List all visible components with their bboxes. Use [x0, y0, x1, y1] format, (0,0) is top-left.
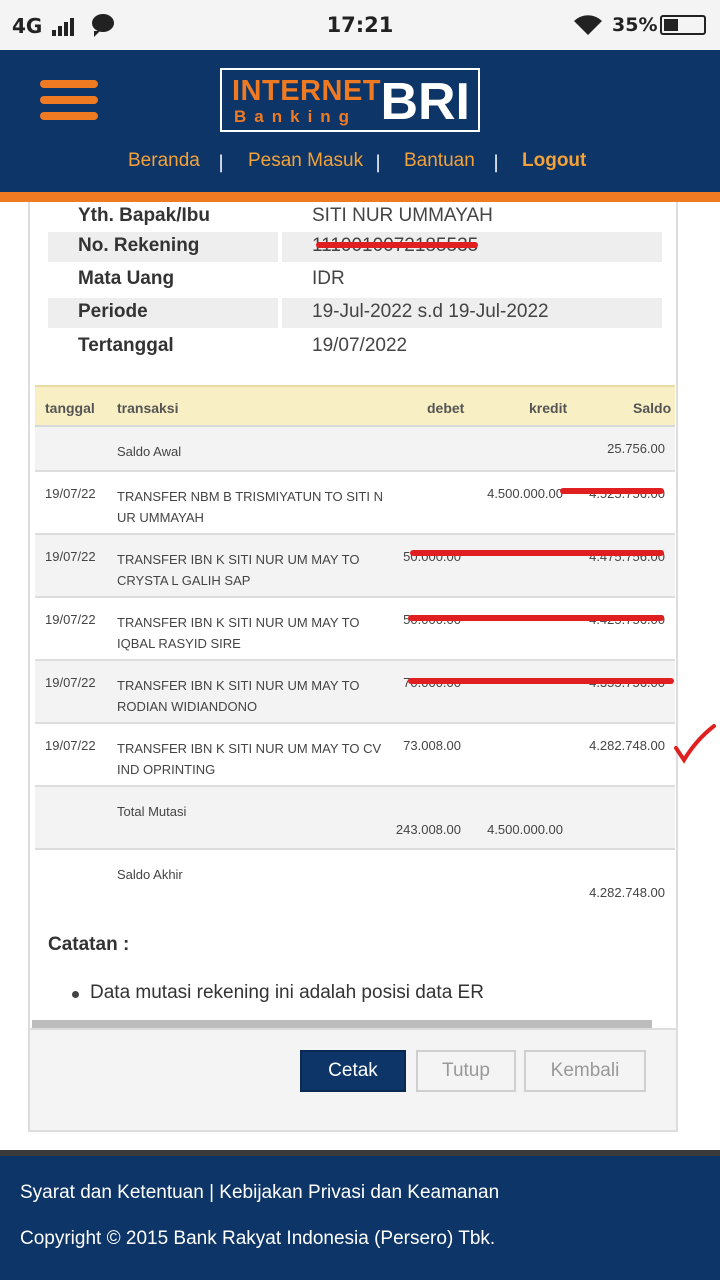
footer-links[interactable]: Syarat dan Ketentuan | Kebijakan Privasi… — [20, 1182, 499, 1204]
info-row-name: Yth. Bapak/Ibu SITI NUR UMMAYAH — [48, 202, 662, 232]
info-label: Mata Uang — [78, 268, 175, 289]
table-row: 19/07/22 TRANSFER IBN K SITI NUR UM MAY … — [35, 598, 675, 661]
nav-separator: | — [493, 152, 500, 173]
main-nav: Beranda | Pesan Masuk | Bantuan | Logout — [0, 150, 720, 180]
status-bar: 4G 17:21 35% — [0, 0, 720, 50]
hamburger-menu-icon[interactable] — [40, 80, 98, 124]
mutasi-panel: Yth. Bapak/Ibu SITI NUR UMMAYAH No. Reke… — [28, 202, 678, 1132]
cetak-button[interactable]: Cetak — [300, 1050, 406, 1092]
cell-tanggal: 19/07/22 — [45, 612, 96, 627]
cell-transaksi: TRANSFER IBN K SITI NUR UM MAY TO CV IND… — [117, 741, 382, 777]
cell-tanggal: 19/07/22 — [45, 486, 96, 501]
header-accent-stripe — [0, 192, 720, 202]
cell-saldo: 25.756.00 — [607, 441, 665, 456]
kembali-button[interactable]: Kembali — [524, 1050, 646, 1092]
checkmark-annotation-icon — [674, 724, 716, 764]
catatan-title: Catatan : — [48, 934, 130, 955]
info-row-currency: Mata Uang IDR — [48, 265, 662, 295]
catatan-item: Data mutasi rekening ini adalah posisi d… — [72, 982, 484, 1003]
info-value: 19-Jul-2022 s.d 19-Jul-2022 — [282, 298, 662, 328]
cell-transaksi: TRANSFER NBM B TRISMIYATUN TO SITI N UR … — [117, 489, 384, 525]
table-row: 19/07/22 TRANSFER IBN K SITI NUR UM MAY … — [35, 535, 675, 598]
col-tanggal: tanggal — [45, 400, 95, 416]
redaction-strike — [408, 615, 664, 621]
saldo-akhir-label: Saldo Akhir — [117, 867, 183, 882]
col-debet: debet — [427, 400, 465, 416]
info-row-date: Tertanggal 19/07/2022 — [48, 332, 662, 362]
table-row: 19/07/22 TRANSFER IBN K SITI NUR UM MAY … — [35, 661, 675, 724]
logo-internet-text: INTERNET — [232, 75, 381, 107]
wifi-icon — [574, 15, 602, 35]
info-label: Yth. Bapak/Ibu — [78, 205, 210, 226]
info-value: SITI NUR UMMAYAH — [312, 205, 493, 226]
info-value: 19/07/2022 — [312, 335, 408, 356]
redaction-strike — [316, 242, 478, 248]
info-label: Periode — [48, 298, 278, 328]
total-label: Total Mutasi — [117, 804, 187, 819]
col-kredit: kredit — [529, 400, 568, 416]
redaction-strike — [408, 678, 674, 684]
battery-icon — [660, 15, 706, 35]
cell-tanggal: 19/07/22 — [45, 549, 96, 564]
cell-tanggal: 19/07/22 — [45, 675, 96, 690]
cell-transaksi: Saldo Awal — [117, 444, 182, 459]
nav-bantuan[interactable]: Bantuan — [404, 150, 475, 172]
tutup-button[interactable]: Tutup — [416, 1050, 516, 1092]
total-debet: 243.008.00 — [395, 822, 461, 837]
page-footer: Syarat dan Ketentuan | Kebijakan Privasi… — [0, 1150, 720, 1280]
cell-transaksi: TRANSFER IBN K SITI NUR UM MAY TO RODIAN… — [117, 678, 360, 714]
logo-bri-text: BRI — [380, 73, 470, 131]
horizontal-scrollbar[interactable] — [32, 1020, 652, 1028]
table-header: tanggal transaksi debet kredit Saldo — [35, 385, 675, 427]
nav-logout[interactable]: Logout — [522, 150, 586, 172]
battery-percent: 35% — [612, 14, 658, 36]
table-row: 19/07/22 TRANSFER IBN K SITI NUR UM MAY … — [35, 724, 675, 787]
info-row-period: Periode 19-Jul-2022 s.d 19-Jul-2022 — [48, 298, 662, 328]
nav-beranda[interactable]: Beranda — [128, 150, 200, 172]
redaction-strike — [560, 488, 664, 494]
info-value: IDR — [312, 268, 345, 289]
table-row: Saldo Awal 25.756.00 — [35, 427, 675, 472]
nav-pesan-masuk[interactable]: Pesan Masuk — [248, 150, 363, 172]
total-mutasi-row: Total Mutasi 243.008.00 4.500.000.00 — [35, 787, 675, 850]
saldo-akhir-row: Saldo Akhir 4.282.748.00 — [35, 850, 675, 913]
info-label: Tertanggal — [78, 335, 174, 356]
info-label: No. Rekening — [48, 232, 278, 262]
redaction-strike — [410, 550, 664, 556]
nav-separator: | — [375, 152, 382, 173]
col-saldo: Saldo — [633, 400, 672, 416]
cell-transaksi: TRANSFER IBN K SITI NUR UM MAY TO IQBAL … — [117, 615, 360, 651]
total-kredit: 4.500.000.00 — [487, 822, 563, 837]
logo-banking-text: Banking — [234, 107, 358, 126]
cell-transaksi: TRANSFER IBN K SITI NUR UM MAY TO CRYSTA… — [117, 552, 360, 588]
saldo-akhir-value: 4.282.748.00 — [589, 885, 665, 900]
table-row: 19/07/22 TRANSFER NBM B TRISMIYATUN TO S… — [35, 472, 675, 535]
nav-separator: | — [218, 152, 225, 173]
cell-saldo: 4.282.748.00 — [589, 738, 665, 753]
copyright-text: Copyright © 2015 Bank Rakyat Indonesia (… — [20, 1228, 496, 1249]
col-transaksi: transaksi — [117, 400, 179, 416]
bri-logo: INTERNET Banking BRI — [220, 68, 480, 132]
cell-kredit: 4.500.000.00 — [487, 486, 563, 501]
cell-tanggal: 19/07/22 — [45, 738, 96, 753]
cell-debet: 73.008.00 — [403, 738, 461, 753]
